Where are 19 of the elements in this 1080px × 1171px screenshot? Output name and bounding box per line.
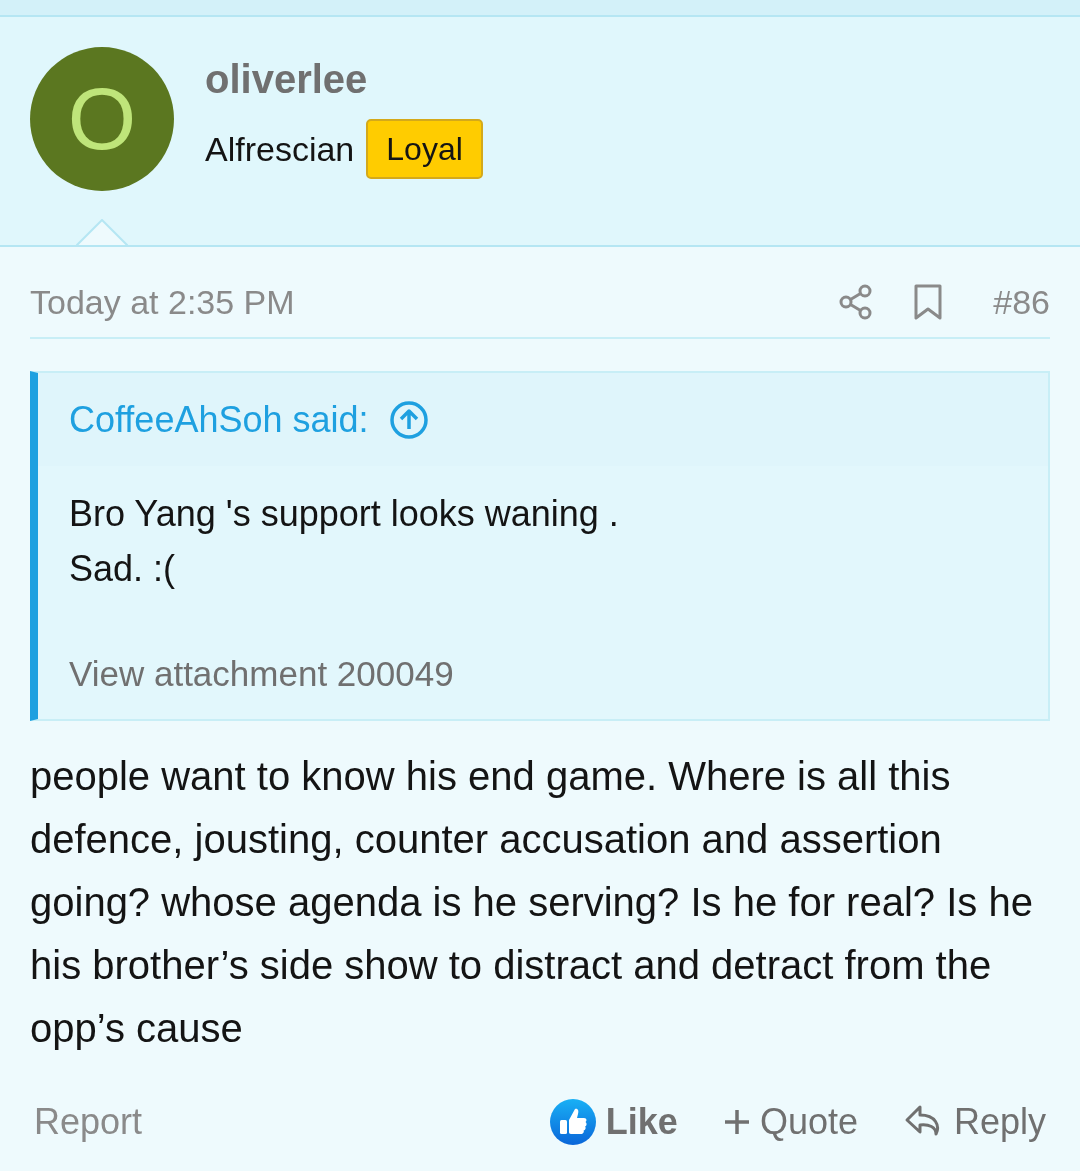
user-badge: Loyal [366,119,483,179]
quote-text: Bro Yang 's support looks waning . [69,492,620,536]
quote-text: Sad. :( [69,547,177,591]
plus-icon [723,1109,750,1135]
bookmark-icon[interactable] [913,284,944,320]
user-title: Alfrescian [205,128,355,170]
attachment-link[interactable]: View attachment 200049 [69,648,1048,701]
share-icon[interactable] [839,284,874,320]
post-time[interactable]: Today at 2:35 PM [30,256,840,328]
reply-button[interactable]: Reply [903,1095,1046,1149]
quote-author[interactable]: CoffeeAhSoh said: [69,392,369,447]
quote-button[interactable]: Quote [723,1095,858,1149]
thumbs-up-icon [549,1099,596,1145]
message-text: people want to know his end game. Where is all this defence, jousting, counter accusation and assertion going? whose agenda is he serving? Is he for real? Is he his brother’s side show to distract and detract from the opp’s cause [30,753,1034,1052]
username[interactable]: oliverlee [205,55,483,103]
avatar[interactable]: O [30,47,174,191]
post-number[interactable]: #86 [993,276,1050,328]
like-button[interactable]: Like [549,1095,678,1149]
report-link[interactable]: Report [34,1095,550,1149]
